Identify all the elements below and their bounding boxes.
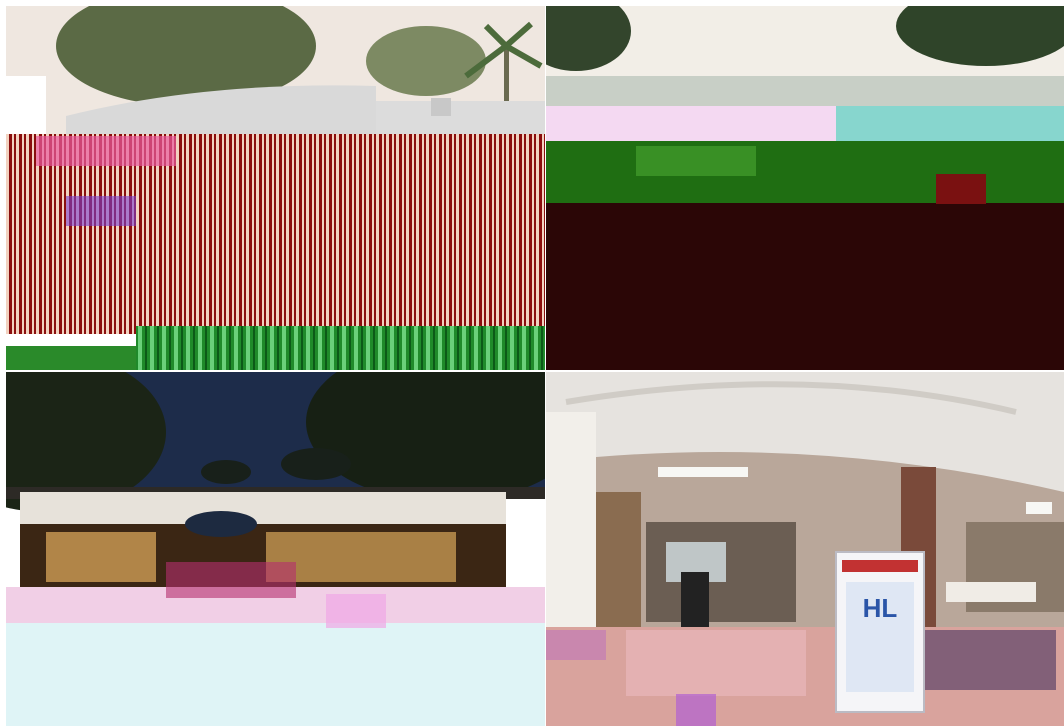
fridge-brand-label: HL [863, 593, 898, 623]
dark-maroon-area [546, 203, 1064, 370]
doorway [596, 492, 641, 632]
white-wall [6, 76, 46, 136]
umbrella [185, 511, 257, 537]
purple-block [66, 196, 136, 226]
corrugated-wall [376, 101, 545, 136]
building-facade [20, 492, 506, 528]
wall-light [431, 98, 451, 116]
magenta-block [166, 562, 296, 598]
roof-edge [546, 76, 1064, 106]
trash-bin [681, 572, 709, 632]
daytime-exterior-scene [6, 6, 545, 370]
photo-cafeteria-interior: HL [546, 372, 1064, 726]
photo-daytime-exterior [6, 6, 545, 370]
cafeteria-interior-scene: HL [546, 372, 1064, 726]
pink-block [546, 630, 606, 660]
pink-floor-glitch [626, 630, 806, 696]
red-block [936, 174, 986, 204]
lit-window [46, 532, 156, 582]
evening-exterior-scene [6, 372, 545, 726]
ceiling-light [658, 467, 748, 477]
green-band [546, 141, 1064, 203]
photo-exterior-dusk [546, 6, 1064, 370]
exterior-dusk-scene [546, 6, 1064, 370]
dining-table [946, 582, 1036, 602]
green-band [6, 346, 136, 370]
drinks-fridge [835, 551, 925, 713]
tree-silhouette [201, 460, 251, 484]
pink-block [36, 136, 176, 166]
ceiling-light [1026, 502, 1052, 514]
tree-canopy [366, 26, 486, 96]
photo-evening-exterior [6, 372, 545, 726]
green-band [136, 326, 545, 370]
cyan-block [836, 106, 1064, 141]
photo-collage: HL [0, 0, 1064, 726]
pink-block [326, 594, 386, 628]
tree-silhouette [281, 448, 351, 480]
purple-floor-glitch [916, 630, 1056, 690]
green-block [636, 146, 756, 176]
light-cyan-area [6, 623, 545, 726]
purple-block [676, 694, 716, 726]
